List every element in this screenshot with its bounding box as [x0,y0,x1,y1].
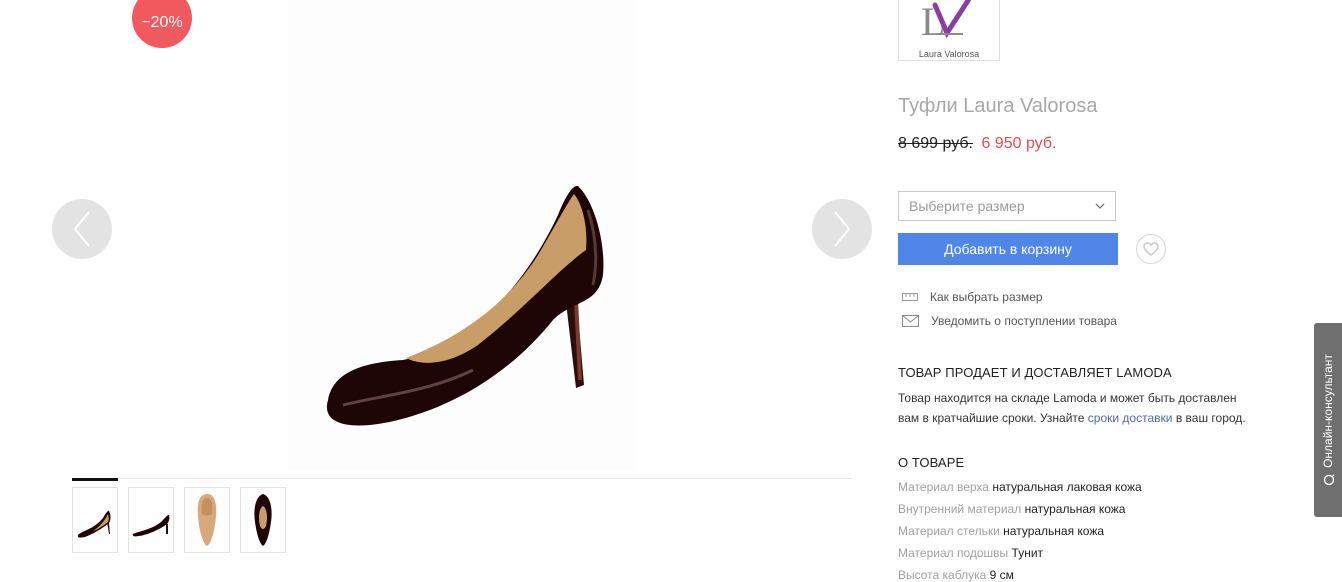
gallery-divider [72,478,852,479]
chat-icon [1323,474,1335,486]
chevron-down-icon [1095,203,1105,209]
attribute-value: 9 см [989,568,1014,582]
attribute-label: Внутренний материал [898,502,1022,516]
thumbnail-2[interactable] [128,487,174,553]
size-select[interactable]: Выберите размер [898,191,1116,221]
size-guide-link-text: Как выбрать размер [930,290,1043,304]
attribute-label: Высота каблука [898,568,987,582]
attribute-row: Высота каблука 9 см [898,568,1014,582]
brand-logo[interactable]: L Laura Valorosa [898,0,1000,61]
add-to-cart-button[interactable]: Добавить в корзину [898,233,1118,265]
discount-badge: −20% [132,0,192,48]
active-thumbnail-indicator [72,478,118,481]
chevron-right-icon [834,211,851,247]
brand-logo-text: Laura Valorosa [918,49,980,59]
gallery-next-button[interactable] [812,199,872,259]
product-title: Туфли Laura Valorosa [898,95,1098,117]
old-price: 8 699 руб. [898,135,973,152]
gallery-prev-button[interactable] [52,199,112,259]
attribute-label: Материал подошвы [898,546,1009,560]
thumbnail-3-image [197,494,217,546]
thumbnail-3[interactable] [184,487,230,553]
discount-badge-text: −20% [141,14,183,31]
online-consultant-text: Онлайн-консультант [1321,354,1335,468]
thumbnail-4-image [254,494,272,546]
attribute-value: натуральная кожа [1024,502,1126,516]
delivery-text: Товар находится на складе Lamoda и может… [898,388,1298,428]
thumbnail-4[interactable] [240,487,286,553]
heart-icon [1143,242,1159,256]
attribute-row: Материал подошвы Тунит [898,546,1043,560]
attribute-label: Материал верха [898,480,989,494]
notify-link[interactable]: Уведомить о поступлении товара [902,314,1117,328]
ruler-icon [902,293,918,301]
wishlist-button[interactable] [1136,234,1166,264]
size-select-placeholder: Выберите размер [909,198,1025,214]
notify-link-text: Уведомить о поступлении товара [931,314,1117,328]
attribute-row: Материал стельки натуральная кожа [898,524,1104,538]
about-section-title: О ТОВАРЕ [898,455,965,470]
delivery-text-line1: Товар находится на складе Lamoda и может… [898,391,1237,405]
attribute-row: Материал верха натуральная лаковая кожа [898,480,1142,494]
chevron-left-icon [73,211,90,247]
attribute-value: Тунит [1011,546,1044,560]
delivery-section-title: ТОВАР ПРОДАЕТ И ДОСТАВЛЯЕТ LAMODA [898,365,1172,380]
attribute-row: Внутренний материал натуральная кожа [898,502,1125,516]
delivery-text-after: в ваш город. [1172,411,1246,425]
attribute-value: натуральная лаковая кожа [992,480,1142,494]
delivery-times-link[interactable]: сроки доставки [1088,411,1173,425]
delivery-text-line2: вам в кратчайшие сроки. Узнайте сроки до… [898,408,1298,428]
thumbnail-1-image [77,510,111,538]
thumbnail-2-image [132,514,170,537]
brand-logo-mark: L [921,0,972,44]
delivery-text-before: вам в кратчайшие сроки. Узнайте [898,411,1088,425]
new-price: 6 950 руб. [981,135,1057,152]
size-guide-link[interactable]: Как выбрать размер [902,290,1043,304]
product-main-image[interactable] [288,0,634,470]
thumbnail-1[interactable] [72,487,118,553]
attribute-label: Материал стельки [898,524,1000,538]
online-consultant-tab[interactable]: Онлайн-консультант [1314,323,1342,517]
online-consultant-label: Онлайн-консультант [1321,354,1335,486]
attribute-value: натуральная кожа [1003,524,1105,538]
price-row: 8 699 руб. 6 950 руб. [898,135,1056,153]
envelope-icon [902,315,919,327]
